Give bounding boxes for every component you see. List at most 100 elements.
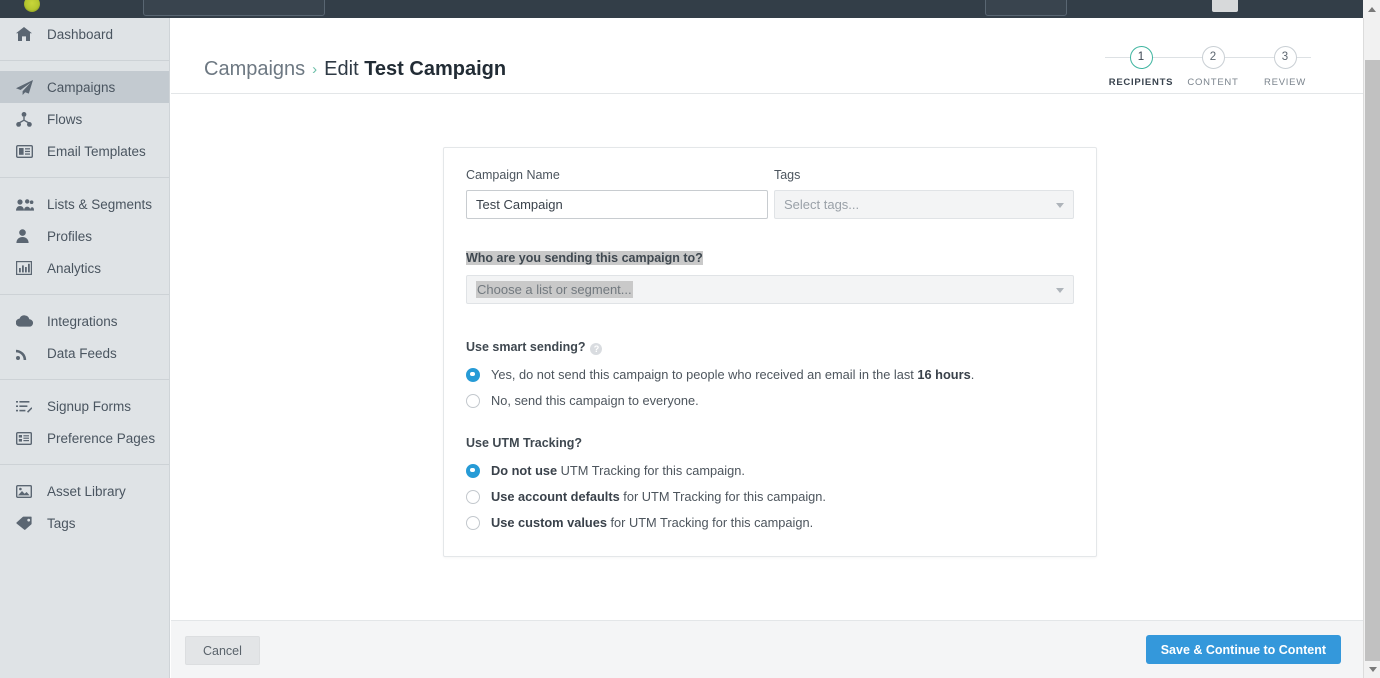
sidebar-item-integrations[interactable]: Integrations bbox=[0, 305, 169, 337]
campaign-name-input[interactable] bbox=[466, 190, 768, 219]
step-number: 1 bbox=[1129, 46, 1153, 69]
sidebar-item-label: Lists & Segments bbox=[47, 196, 153, 212]
sidebar-item-label: Data Feeds bbox=[47, 345, 117, 361]
sidebar-group-1: Dashboard bbox=[0, 18, 169, 50]
sidebar-item-label: Campaigns bbox=[47, 79, 116, 95]
scroll-down-arrow-icon[interactable] bbox=[1364, 661, 1380, 678]
klaviyo-logo-icon[interactable] bbox=[24, 0, 40, 12]
page-body: Campaign Name Tags Select tags... Who ar… bbox=[171, 94, 1363, 618]
sidebar-item-campaigns[interactable]: Campaigns bbox=[0, 71, 169, 103]
sidebar-divider bbox=[0, 60, 169, 61]
people-group-icon bbox=[16, 196, 38, 212]
smart-sending-option-yes[interactable]: Yes, do not send this campaign to people… bbox=[466, 367, 1074, 382]
step-label: CONTENT bbox=[1187, 77, 1239, 88]
form-row-name-tags: Campaign Name Tags Select tags... bbox=[466, 168, 1074, 219]
user-avatar-icon[interactable] bbox=[1212, 0, 1238, 12]
wizard-step-content[interactable]: 2 CONTENT bbox=[1177, 46, 1311, 88]
sidebar-item-data-feeds[interactable]: Data Feeds bbox=[0, 337, 169, 369]
step-label: RECIPIENTS bbox=[1108, 77, 1174, 88]
campaign-name-label: Campaign Name bbox=[466, 168, 560, 182]
utm-tracking-label: Use UTM Tracking? bbox=[466, 436, 582, 450]
option-text-lead: No bbox=[491, 393, 508, 408]
sidebar-item-tags[interactable]: Tags bbox=[0, 507, 169, 539]
chevron-down-icon bbox=[1056, 287, 1064, 293]
wizard-step-recipients[interactable]: 1 RECIPIENTS bbox=[1105, 46, 1239, 88]
top-navigation-bar bbox=[0, 0, 1380, 18]
sidebar-divider bbox=[0, 294, 169, 295]
sidebar-item-analytics[interactable]: Analytics bbox=[0, 252, 169, 284]
sidebar-group-2: Campaigns Flows Email Templates bbox=[0, 71, 169, 167]
sidebar-item-label: Preference Pages bbox=[47, 430, 156, 446]
image-icon bbox=[16, 483, 38, 499]
scroll-up-arrow-icon[interactable] bbox=[1363, 0, 1380, 18]
sidebar-item-dashboard[interactable]: Dashboard bbox=[0, 18, 169, 50]
option-text-bold: Use custom values bbox=[491, 515, 607, 530]
account-selector[interactable] bbox=[985, 0, 1067, 16]
sidebar-item-label: Signup Forms bbox=[47, 398, 132, 414]
sidebar-item-signup-forms[interactable]: Signup Forms bbox=[0, 390, 169, 422]
chevron-right-icon: › bbox=[312, 61, 318, 78]
wizard-steps: 1 RECIPIENTS 2 CONTENT 3 REVIEW bbox=[1105, 46, 1321, 88]
global-search-input[interactable] bbox=[143, 0, 325, 16]
smart-sending-option-no[interactable]: No, send this campaign to everyone. bbox=[466, 393, 1074, 408]
page-list-icon bbox=[16, 430, 38, 446]
tag-icon bbox=[16, 515, 38, 531]
question-mark-icon[interactable]: ? bbox=[590, 343, 603, 355]
tags-label: Tags bbox=[773, 168, 801, 182]
page-header: Campaigns › Edit Test Campaign 1 RECIPIENT… bbox=[171, 18, 1363, 94]
radio-button[interactable] bbox=[466, 515, 480, 530]
radio-button[interactable] bbox=[466, 463, 480, 478]
option-text-rest: for UTM Tracking for this campaign. bbox=[619, 489, 826, 504]
option-text-rest: for UTM Tracking for this campaign. bbox=[606, 515, 814, 530]
tags-field-group: Tags Select tags... bbox=[773, 168, 1074, 219]
option-text-mid: , send this campaign to everyone. bbox=[507, 393, 699, 408]
cancel-button[interactable]: Cancel bbox=[185, 636, 260, 665]
tags-placeholder: Select tags... bbox=[783, 197, 860, 212]
breadcrumb-action: Edit bbox=[324, 58, 359, 80]
wizard-step-review[interactable]: 3 REVIEW bbox=[1249, 46, 1321, 88]
radio-button[interactable] bbox=[466, 489, 480, 504]
scrollbar-thumb[interactable] bbox=[1365, 60, 1380, 664]
person-icon bbox=[16, 228, 38, 244]
utm-tracking-group: Use UTM Tracking? Do not use UTM Trackin… bbox=[466, 434, 1074, 530]
sidebar-item-preference-pages[interactable]: Preference Pages bbox=[0, 422, 169, 454]
step-number: 3 bbox=[1273, 46, 1297, 69]
breadcrumb-campaigns-link[interactable]: Campaigns bbox=[204, 58, 305, 80]
sidebar-item-email-templates[interactable]: Email Templates bbox=[0, 135, 169, 167]
smart-sending-label: Use smart sending? bbox=[466, 340, 586, 354]
utm-option-custom-values[interactable]: Use custom values for UTM Tracking for t… bbox=[466, 515, 1074, 530]
sidebar-item-label: Integrations bbox=[47, 313, 118, 329]
sidebar-group-3: Lists & Segments Profiles Analytics bbox=[0, 188, 169, 284]
tags-select[interactable]: Select tags... bbox=[773, 190, 1074, 219]
audience-label: Who are you sending this campaign to? bbox=[466, 251, 703, 265]
option-text: Use account defaults for UTM Tracking fo… bbox=[491, 489, 826, 504]
radio-button[interactable] bbox=[466, 367, 480, 382]
utm-option-account-defaults[interactable]: Use account defaults for UTM Tracking fo… bbox=[466, 489, 1074, 504]
option-text-bold: Do not use bbox=[491, 463, 558, 478]
sidebar-group-6: Asset Library Tags bbox=[0, 475, 169, 539]
sidebar-item-label: Email Templates bbox=[47, 143, 146, 159]
save-and-continue-button[interactable]: Save & Continue to Content bbox=[1145, 635, 1341, 664]
breadcrumb: Campaigns › Edit Test Campaign bbox=[204, 58, 506, 81]
radio-button[interactable] bbox=[466, 393, 480, 408]
sidebar-item-label: Profiles bbox=[47, 228, 93, 244]
audience-select[interactable]: Choose a list or segment... bbox=[466, 275, 1074, 304]
sidebar-item-profiles[interactable]: Profiles bbox=[0, 220, 169, 252]
sidebar-item-label: Dashboard bbox=[47, 26, 114, 42]
step-number: 2 bbox=[1201, 46, 1225, 69]
option-text-lead: Yes bbox=[491, 367, 512, 382]
bar-chart-icon bbox=[16, 260, 38, 276]
page-title: Test Campaign bbox=[364, 58, 507, 80]
sidebar-item-label: Flows bbox=[47, 111, 83, 127]
step-label: REVIEW bbox=[1264, 77, 1306, 88]
form-footer: Cancel Save & Continue to Content bbox=[171, 620, 1363, 678]
sidebar-item-lists-segments[interactable]: Lists & Segments bbox=[0, 188, 169, 220]
sidebar-group-5: Signup Forms Preference Pages bbox=[0, 390, 169, 454]
utm-option-do-not-use[interactable]: Do not use UTM Tracking for this campaig… bbox=[466, 463, 1074, 478]
sidebar-item-flows[interactable]: Flows bbox=[0, 103, 169, 135]
page-scrollbar[interactable] bbox=[1363, 18, 1380, 678]
chevron-down-icon bbox=[1056, 202, 1064, 208]
option-text: Yes, do not send this campaign to people… bbox=[491, 367, 974, 382]
sidebar-item-asset-library[interactable]: Asset Library bbox=[0, 475, 169, 507]
